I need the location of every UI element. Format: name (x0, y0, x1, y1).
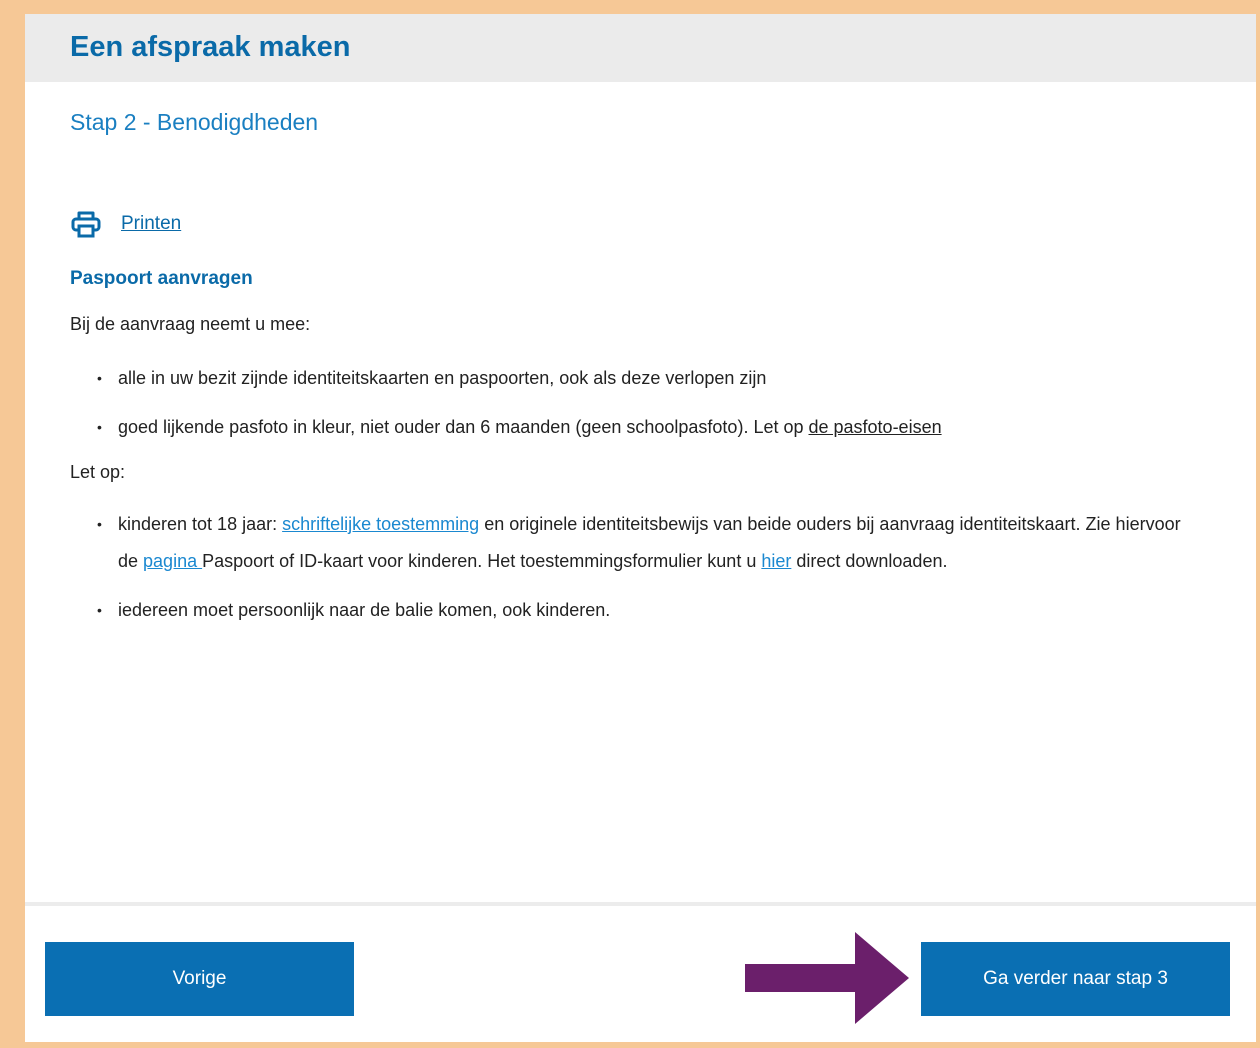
print-row[interactable]: Printen (71, 210, 181, 238)
list-item: goed lijkende pasfoto in kleur, niet oud… (70, 409, 1220, 446)
print-link[interactable]: Printen (121, 213, 181, 235)
next-step-button[interactable]: Ga verder naar stap 3 (921, 942, 1230, 1016)
pasfoto-eisen-link[interactable]: de pasfoto-eisen (809, 417, 942, 437)
list-item-text: goed lijkende pasfoto in kleur, niet oud… (118, 417, 809, 437)
requirements-list: alle in uw bezit zijnde identiteitskaart… (70, 360, 1220, 446)
intro-text: Bij de aanvraag neemt u mee: (70, 314, 311, 334)
section-heading: Paspoort aanvragen (70, 268, 253, 289)
previous-button[interactable]: Vorige (45, 942, 354, 1016)
pagina-link[interactable]: pagina (143, 551, 202, 571)
appointment-panel: Een afspraak maken Stap 2 - Benodigdhede… (25, 14, 1256, 1042)
note-label: Let op: (70, 462, 126, 482)
list-item: kinderen tot 18 jaar: schriftelijke toes… (70, 506, 1200, 580)
page-title: Een afspraak maken (70, 31, 351, 63)
arrow-right-icon (745, 932, 909, 1024)
note-suffix: direct downloaden. (791, 551, 948, 571)
schriftelijke-toestemming-link[interactable]: schriftelijke toestemming (282, 514, 479, 534)
list-item-text: iedereen moet persoonlijk naar de balie … (118, 600, 611, 620)
hier-link[interactable]: hier (761, 551, 791, 571)
printer-icon[interactable] (71, 210, 101, 238)
list-item: iedereen moet persoonlijk naar de balie … (70, 592, 1200, 629)
page-header: Een afspraak maken (25, 14, 1256, 82)
note-prefix: kinderen tot 18 jaar: (118, 514, 283, 534)
footer-divider (25, 902, 1256, 906)
list-item-text: alle in uw bezit zijnde identiteitskaart… (118, 368, 767, 388)
notes-list: kinderen tot 18 jaar: schriftelijke toes… (70, 506, 1200, 629)
list-item: alle in uw bezit zijnde identiteitskaart… (70, 360, 1220, 397)
note-text: Paspoort of ID-kaart voor kinderen. Het … (202, 551, 762, 571)
step-title: Stap 2 - Benodigdheden (70, 109, 319, 135)
requirements-content: Paspoort aanvragen Bij de aanvraag neemt… (70, 268, 1220, 629)
